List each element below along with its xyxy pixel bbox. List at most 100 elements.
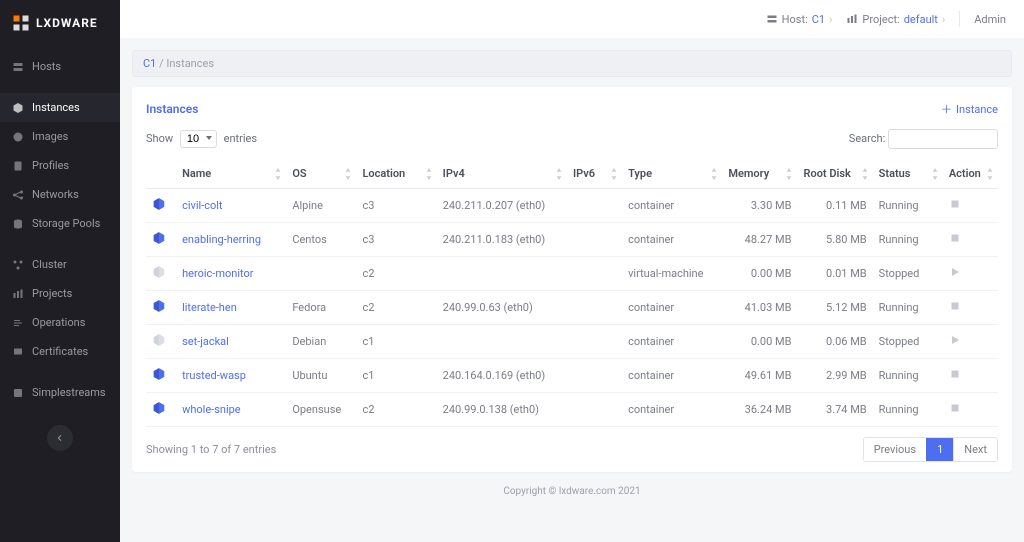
instance-link[interactable]: whole-snipe xyxy=(182,403,241,416)
sidebar-item-cluster[interactable]: Cluster xyxy=(0,250,120,279)
sidebar-item-label: Networks xyxy=(32,188,79,201)
column-header[interactable]: Memory xyxy=(722,159,797,189)
table-row: heroic-monitorc2virtual-machine0.00 MB0.… xyxy=(146,257,998,291)
certificates-icon xyxy=(12,346,24,358)
column-header[interactable]: Location xyxy=(356,159,436,189)
cell-status: Running xyxy=(873,359,943,393)
cell-ipv6 xyxy=(567,257,622,291)
cell-action[interactable] xyxy=(943,223,998,257)
cell-os: Alpine xyxy=(286,189,356,223)
sidebar-item-storage-pools[interactable]: Storage Pools xyxy=(0,209,120,238)
column-header[interactable]: Type xyxy=(622,159,722,189)
sidebar-item-projects[interactable]: Projects xyxy=(0,279,120,308)
column-header[interactable]: Root Disk xyxy=(797,159,872,189)
sidebar-item-simplestreams[interactable]: Simplestreams xyxy=(0,378,120,407)
table-row: enabling-herringCentosc3240.211.0.183 (e… xyxy=(146,223,998,257)
cell-action[interactable] xyxy=(943,291,998,325)
pager-prev[interactable]: Previous xyxy=(864,438,926,461)
admin-label: Admin xyxy=(974,13,1006,26)
search-input[interactable] xyxy=(888,129,998,149)
cube-icon xyxy=(152,299,166,313)
column-header[interactable]: OS xyxy=(286,159,356,189)
sidebar-item-label: Storage Pools xyxy=(32,217,100,230)
chevron-left-icon xyxy=(56,434,64,442)
cube-icon xyxy=(152,197,166,211)
cell-action[interactable] xyxy=(943,257,998,291)
cell-ipv6 xyxy=(567,291,622,325)
cell-action[interactable] xyxy=(943,189,998,223)
instance-link[interactable]: enabling-herring xyxy=(182,233,261,246)
column-header[interactable]: IPv6 xyxy=(567,159,622,189)
row-type-icon xyxy=(146,393,176,427)
admin-menu[interactable]: Admin xyxy=(974,13,1006,26)
chevron-right-icon: › xyxy=(829,13,832,26)
footer: Copyright © lxdware.com 2021 xyxy=(132,486,1012,497)
operations-icon xyxy=(12,317,24,329)
cell-type: container xyxy=(622,393,722,427)
cell-status: Running xyxy=(873,291,943,325)
page-size-select[interactable]: 10 xyxy=(180,130,217,148)
add-instance-button[interactable]: ＋ Instance xyxy=(941,101,998,117)
cell-name: set-jackal xyxy=(176,325,286,359)
cell-name: trusted-wasp xyxy=(176,359,286,393)
instance-link[interactable]: literate-hen xyxy=(182,301,237,314)
cell-ipv6 xyxy=(567,393,622,427)
instance-link[interactable]: trusted-wasp xyxy=(182,369,246,382)
sidebar-item-images[interactable]: Images xyxy=(0,122,120,151)
sidebar-item-label: Hosts xyxy=(32,60,61,73)
cell-disk: 0.06 MB xyxy=(797,325,872,359)
row-type-icon xyxy=(146,189,176,223)
column-header[interactable]: Action xyxy=(943,159,998,189)
cell-ipv4: 240.164.0.169 (eth0) xyxy=(437,359,567,393)
instances-card: Instances ＋ Instance Show 10 entries Sea… xyxy=(132,87,1012,472)
cell-location: c3 xyxy=(356,223,436,257)
sidebar-item-operations[interactable]: Operations xyxy=(0,308,120,337)
host-selector[interactable]: Host: C1 › xyxy=(766,13,833,26)
project-value: default xyxy=(904,13,938,26)
cell-action[interactable] xyxy=(943,325,998,359)
instance-link[interactable]: civil-colt xyxy=(182,199,222,212)
cell-disk: 0.11 MB xyxy=(797,189,872,223)
column-header[interactable]: Name xyxy=(176,159,286,189)
cube-icon xyxy=(152,367,166,381)
project-selector[interactable]: Project: default › xyxy=(846,13,945,26)
breadcrumb-root[interactable]: C1 xyxy=(143,57,156,70)
sidebar-item-instances[interactable]: Instances xyxy=(0,93,120,122)
sidebar-item-networks[interactable]: Networks xyxy=(0,180,120,209)
sidebar-item-profiles[interactable]: Profiles xyxy=(0,151,120,180)
cell-os: Fedora xyxy=(286,291,356,325)
row-type-icon xyxy=(146,325,176,359)
instance-link[interactable]: heroic-monitor xyxy=(182,267,253,280)
cell-type: container xyxy=(622,359,722,393)
table-row: civil-coltAlpinec3240.211.0.207 (eth0)co… xyxy=(146,189,998,223)
pager-page-1[interactable]: 1 xyxy=(926,438,953,461)
cell-disk: 0.01 MB xyxy=(797,257,872,291)
cell-action[interactable] xyxy=(943,359,998,393)
column-header[interactable]: Status xyxy=(873,159,943,189)
sidebar-collapse-button[interactable] xyxy=(47,425,73,451)
column-header xyxy=(146,159,176,189)
divider xyxy=(959,11,960,27)
pager-next[interactable]: Next xyxy=(953,438,997,461)
cell-status: Stopped xyxy=(873,257,943,291)
cell-type: container xyxy=(622,223,722,257)
cell-status: Running xyxy=(873,189,943,223)
table-row: trusted-waspUbuntuc1240.164.0.169 (eth0)… xyxy=(146,359,998,393)
sidebar-item-certificates[interactable]: Certificates xyxy=(0,337,120,366)
cube-icon xyxy=(152,333,166,347)
cell-ipv4: 240.99.0.63 (eth0) xyxy=(437,291,567,325)
sidebar-item-label: Cluster xyxy=(32,258,67,271)
instance-link[interactable]: set-jackal xyxy=(182,335,229,348)
add-instance-label: Instance xyxy=(956,103,998,116)
cell-disk: 3.74 MB xyxy=(797,393,872,427)
cell-ipv4: 240.211.0.183 (eth0) xyxy=(437,223,567,257)
cell-name: literate-hen xyxy=(176,291,286,325)
sidebar-item-hosts[interactable]: Hosts xyxy=(0,52,120,81)
instances-icon xyxy=(12,102,24,114)
breadcrumb-current: Instances xyxy=(166,57,214,70)
column-header[interactable]: IPv4 xyxy=(437,159,567,189)
brand-icon xyxy=(12,14,30,32)
images-icon xyxy=(12,131,24,143)
cell-action[interactable] xyxy=(943,393,998,427)
stop-icon xyxy=(949,368,961,380)
